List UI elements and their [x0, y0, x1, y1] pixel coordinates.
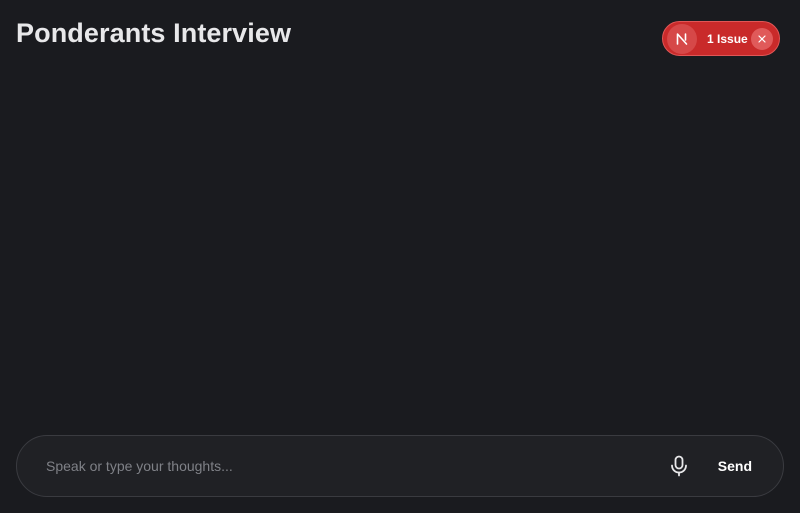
close-icon[interactable] — [751, 27, 773, 50]
thoughts-input[interactable] — [46, 446, 657, 486]
issue-count-label[interactable]: 1 Issue — [707, 32, 748, 46]
message-composer: Send — [16, 435, 784, 497]
interview-page: Ponderants Interview 1 Issue Send — [0, 0, 800, 513]
dev-issues-badge[interactable]: 1 Issue — [662, 21, 780, 56]
page-title: Ponderants Interview — [16, 18, 292, 48]
send-button[interactable]: Send — [718, 458, 752, 474]
nextjs-n-icon[interactable] — [667, 23, 697, 54]
microphone-icon[interactable] — [665, 452, 693, 480]
